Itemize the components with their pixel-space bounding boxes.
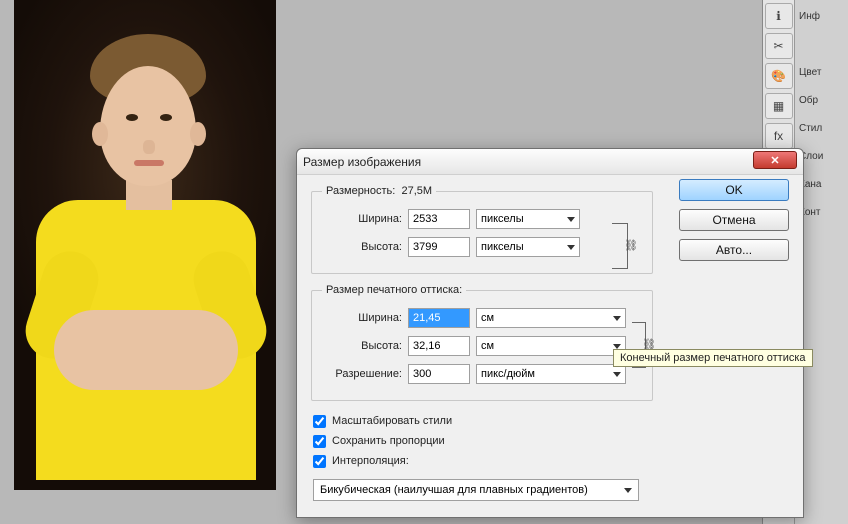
px-width-input[interactable] xyxy=(408,209,470,229)
constrain-proportions-check[interactable]: Сохранить пропорции xyxy=(313,431,789,451)
panel-color-icon[interactable]: 🎨 xyxy=(765,63,793,89)
scale-styles-checkbox[interactable] xyxy=(313,415,326,428)
panel-tools-icon[interactable]: ✂ xyxy=(765,33,793,59)
print-height-unit-select[interactable]: см xyxy=(476,336,626,356)
panel-label[interactable]: Инф xyxy=(795,2,848,30)
pixel-dimensions-legend: Размерность: 27,5M xyxy=(322,185,436,197)
photo-nose xyxy=(143,140,155,154)
resample-checkbox[interactable] xyxy=(313,455,326,468)
px-height-label: Высота: xyxy=(322,241,402,253)
px-height-unit-select[interactable]: пикселы xyxy=(476,237,580,257)
options-checks: Масштабировать стили Сохранить пропорции… xyxy=(313,411,789,471)
cancel-button[interactable]: Отмена xyxy=(679,209,789,231)
document-canvas[interactable] xyxy=(14,0,276,490)
print-width-input[interactable] xyxy=(408,308,470,328)
px-height-input[interactable] xyxy=(408,237,470,257)
chevron-down-icon xyxy=(613,344,621,349)
panel-label[interactable]: Цвет xyxy=(795,58,848,86)
photo-eye xyxy=(126,114,138,121)
image-size-dialog: Размер изображения ✕ OK Отмена Авто... Р… xyxy=(296,148,804,518)
chevron-down-icon xyxy=(613,372,621,377)
photo-ear xyxy=(190,122,206,146)
dialog-title: Размер изображения xyxy=(303,155,421,169)
constrain-proportions-checkbox[interactable] xyxy=(313,435,326,448)
auto-button[interactable]: Авто... xyxy=(679,239,789,261)
interpolation-select[interactable]: Бикубическая (наилучшая для плавных град… xyxy=(313,479,639,501)
chevron-down-icon xyxy=(624,488,632,493)
px-width-label: Ширина: xyxy=(322,213,402,225)
chevron-down-icon xyxy=(567,217,575,222)
print-height-input[interactable] xyxy=(408,336,470,356)
print-dimensions-group: Размер печатного оттиска: Ширина: см Выс… xyxy=(311,284,653,401)
panel-info-icon[interactable]: ℹ xyxy=(765,3,793,29)
px-width-unit-select[interactable]: пикселы xyxy=(476,209,580,229)
panel-swatches-icon[interactable]: ▦ xyxy=(765,93,793,119)
photo-head xyxy=(100,66,196,186)
panel-label[interactable] xyxy=(795,30,848,58)
pixel-dimensions-group: Размерность: 27,5M Ширина: пикселы Высот… xyxy=(311,185,653,274)
dialog-button-column: OK Отмена Авто... xyxy=(679,179,789,261)
panel-styles-icon[interactable]: fx xyxy=(765,123,793,149)
resolution-unit-select[interactable]: пикс/дюйм xyxy=(476,364,626,384)
photo-eye xyxy=(160,114,172,121)
scale-styles-check[interactable]: Масштабировать стили xyxy=(313,411,789,431)
panel-label[interactable]: Обр xyxy=(795,86,848,114)
photo-arms xyxy=(54,310,238,390)
panel-label[interactable]: Стил xyxy=(795,114,848,142)
dialog-titlebar[interactable]: Размер изображения ✕ xyxy=(297,149,803,175)
close-button[interactable]: ✕ xyxy=(753,151,797,169)
ok-button[interactable]: OK xyxy=(679,179,789,201)
print-width-unit-select[interactable]: см xyxy=(476,308,626,328)
resolution-input[interactable] xyxy=(408,364,470,384)
link-icon[interactable]: ⛓ xyxy=(624,239,638,252)
print-width-label: Ширина: xyxy=(322,312,402,324)
resample-check[interactable]: Интерполяция: xyxy=(313,451,789,471)
chevron-down-icon xyxy=(567,245,575,250)
dialog-body: OK Отмена Авто... Размерность: 27,5M Шир… xyxy=(297,175,803,517)
print-dimensions-legend: Размер печатного оттиска: xyxy=(322,284,466,296)
resolution-label: Разрешение: xyxy=(322,368,402,380)
photo-mouth xyxy=(134,160,164,166)
print-height-label: Высота: xyxy=(322,340,402,352)
chevron-down-icon xyxy=(613,316,621,321)
photo-ear xyxy=(92,122,108,146)
memory-size: 27,5M xyxy=(401,185,432,197)
tooltip: Конечный размер печатного оттиска xyxy=(613,349,813,367)
